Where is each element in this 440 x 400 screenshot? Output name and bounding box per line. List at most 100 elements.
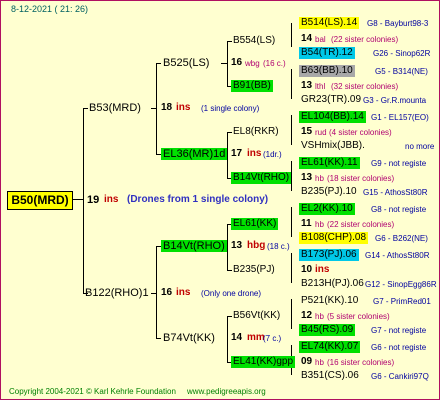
g3-a1-label: B554(LS) [233,35,276,46]
g2-c-label: B14Vt(RHO) [161,240,227,252]
g2-d-note: (7 c.) [263,334,282,343]
connector [227,270,232,271]
g4-note-7: (4 sister colonies) [329,128,392,137]
g4-ref-17: G7 - PrimRed01 [373,297,431,306]
g3-a1-note: (16 c.) [263,59,286,68]
g4-count-18: 12 [301,310,313,321]
g4-ref-15: G14 - AthosSt80R [365,251,430,260]
g4-note-10: (18 sister colonies) [327,174,395,183]
connector [227,132,232,133]
g2-d-ins-count: 14 [231,332,243,343]
copyright-text: Copyright 2004-2021 © Karl Kehrle Founda… [9,387,176,396]
connector [156,63,161,64]
g4-note-13: (22 sister colonies) [327,220,395,229]
g3-c1-label: EL61(KK) [231,218,279,230]
g4-ref-16: G12 - SinopEgg86R [365,280,437,289]
g4-label-20: EL74(KK).07 [299,341,361,353]
g1-top-note: (1 single colony) [201,104,260,113]
g2-a-label: B525(LS) [163,57,210,69]
g2-c-note: (18 c.) [267,242,290,251]
connector [83,108,84,293]
g4-ref-14: G6 - B262(NE) [375,234,428,243]
connector [227,41,228,86]
connector [227,224,228,270]
g4-word-21: hb [315,358,324,367]
g4-word-13: hb [315,220,324,229]
g4-ref-3: G5 - B314(NE) [375,67,428,76]
connector [291,115,292,145]
g2-c-ins-count: 13 [231,240,243,251]
g4-ref-8: no more [405,142,435,151]
connector [227,316,228,362]
g4-count-1: 14 [301,33,313,44]
g4-ref-20: G6 - not registe [371,343,427,352]
g3-a1-ins-count: 16 [231,57,243,68]
connector [291,69,292,99]
g4-word-4: lthl [315,82,326,91]
g4-label-11: B235(PJ).10 [301,186,357,197]
connector [156,63,157,154]
g1-top-ins-word: ins [176,102,191,113]
root-note: (Drones from 1 single colony) [127,194,269,205]
g2-b-ins-word: ins [247,148,262,159]
connector [291,253,292,283]
g1-bot-note: (Only one drone) [201,289,262,298]
g4-word-18: hb [315,312,324,321]
g4-ref-11: G15 - AthosSt80R [363,188,428,197]
date-header: 8-12-2021 ( 21: 26) [11,4,89,14]
connector [83,108,88,109]
g4-note-21: (16 sister colonies) [327,358,395,367]
g4-label-19: B45(RS).09 [299,324,356,336]
g4-label-9: EL61(KK).11 [299,157,360,169]
g1-bot-ins-word: ins [176,287,191,298]
g4-ref-0: G8 - Bayburt98-3 [367,19,429,28]
g4-note-18: (5 sister colonies) [327,312,390,321]
g2-b-label: EL36(MR)1d [161,148,228,160]
g4-ref-5: G3 - Gr.R.mounta [363,96,427,105]
root-queen: B50(MRD) [7,191,73,210]
g4-ref-9: G9 - not registe [371,159,427,168]
g4-label-17: P521(KK).10 [301,295,359,306]
connector [291,299,292,329]
g4-label-14: B108(CHP).08 [299,232,369,244]
g4-label-6: EL104(BB).14 [299,111,366,123]
g4-label-22: B351(CS).06 [301,370,359,381]
g4-ref-12: G8 - not registe [371,205,427,214]
pedigree-diagram: 8-12-2021 ( 21: 26) B50(MRD) 19 ins (Dro… [0,0,440,400]
g2-b-ins-count: 17 [231,148,243,159]
g3-a2-label: B91(BB) [231,80,273,92]
connector [291,207,292,237]
g4-note-4: (32 sister colonies) [331,82,399,91]
g3-b1-label: EL8(RKR) [233,126,279,137]
g3-d2-label: EL41(KK)gpp [231,356,296,368]
g4-label-15: B173(PJ).06 [299,249,359,261]
g4-label-2: B54(TR).12 [299,47,355,59]
g4-count-13: 11 [301,218,312,229]
g4-count-7: 15 [301,126,313,137]
footer: Copyright 2004-2021 © Karl Kehrle Founda… [9,387,266,396]
connector [227,41,232,42]
g3-c2-label: B235(PJ) [233,264,275,275]
g4-ref-22: G6 - Cankiri97Q [371,372,429,381]
g4-ref-2: G26 - Sinop62R [373,49,431,58]
g1-bot-ins-count: 16 [161,287,173,298]
root-ins-word: ins [104,194,119,205]
connector [156,246,157,338]
g1-top-ins-count: 18 [161,102,173,113]
g3-c2-ins-count: 10 [301,264,313,275]
g4-count-10: 13 [301,172,313,183]
g4-word-1: bal [315,35,326,44]
g4-label-12: EL2(KK).10 [299,203,355,215]
g2-d-label: B74Vt(KK) [163,332,215,344]
connector [291,23,292,47]
g4-label-3: B63(BB).10 [299,65,355,77]
g3-b2-label: B14Vt(RHO) [231,172,292,184]
g4-word-10: hb [315,174,324,183]
website-link[interactable]: www.pedigreeapis.org [187,387,266,396]
root-ins-count: 19 [87,194,100,206]
g4-note-1: (22 sister colonies) [331,35,399,44]
g4-count-4: 13 [301,80,313,91]
g3-a1-ins-word: wbg [245,59,260,68]
g4-label-5: GR23(TR).09 [301,94,362,105]
g2-c-ins-word: hbg [247,240,266,251]
